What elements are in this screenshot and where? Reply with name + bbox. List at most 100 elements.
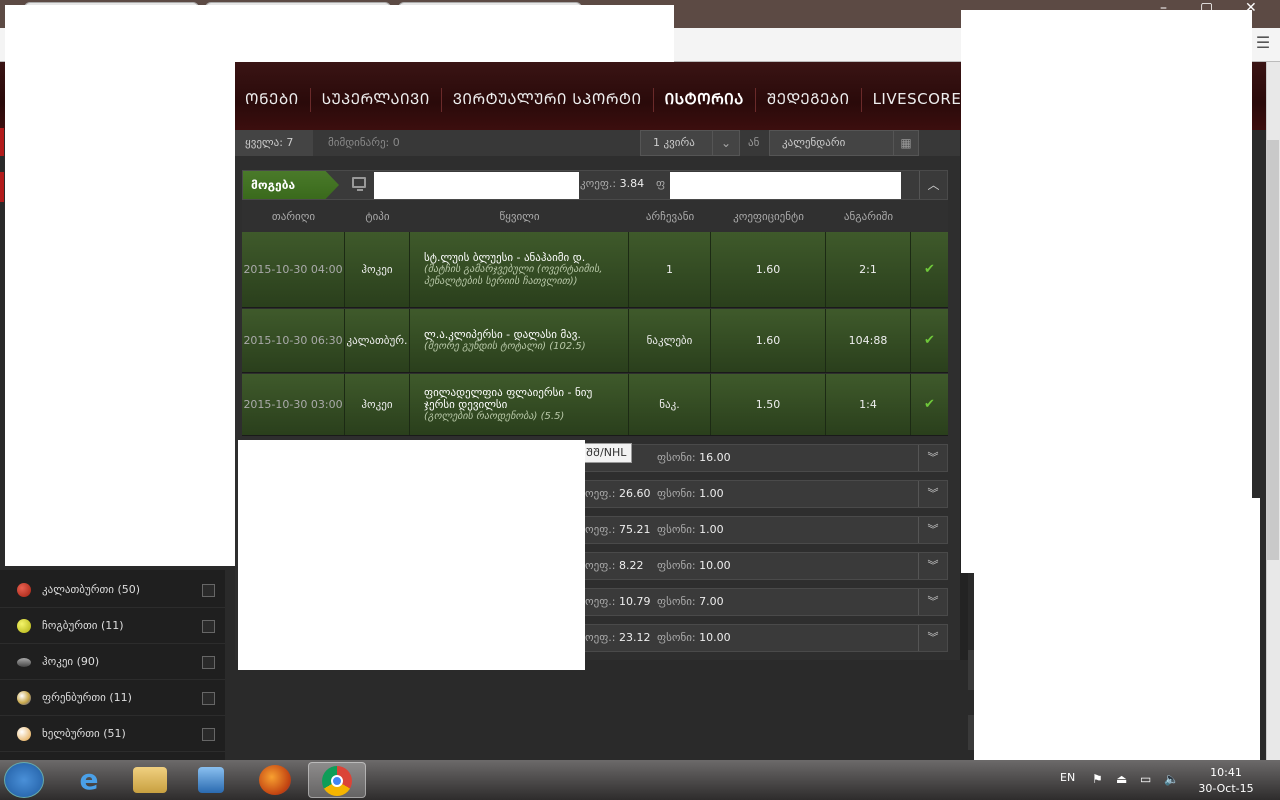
row-event: ლ.ა.კლიპერსი - დალასი მავ. (მეორე გუნდის… [410, 309, 629, 372]
stake-label: ფსონი: [657, 595, 696, 608]
stake-value: 10.00 [699, 559, 731, 572]
nav-list: ᲝᲜᲔᲑᲘ ᲡᲣᲞᲔᲠᲚᲐᲘᲕᲘ ᲕᲘᲠᲢᲣᲐᲚᲣᲠᲘ ᲡᲞᲝᲠᲢᲘ ᲘᲡᲢᲝᲠ… [234, 88, 1019, 112]
stake-value: 1.00 [699, 487, 724, 500]
coef-label: ოეფ.: [585, 631, 616, 644]
bet-coefficient: ოეფ.: 8.22 [585, 553, 644, 579]
event-market: (გოლების რაოდენობა) (5.5) [424, 410, 565, 422]
bet-coefficient: ოეფ.: 26.60 [585, 481, 651, 507]
windows-taskbar [0, 760, 1280, 800]
sport-checkbox[interactable] [202, 656, 215, 669]
clock-date[interactable]: 30-Oct-15 [1196, 782, 1256, 795]
chevron-down-icon[interactable]: ⌄ [712, 131, 739, 155]
redacted-area [374, 172, 579, 199]
bet-coefficient: კოეფ.: 3.84 [580, 177, 644, 190]
action-center-icon[interactable]: ⚑ [1092, 772, 1103, 786]
sport-checkbox[interactable] [202, 728, 215, 741]
chevron-down-icon[interactable]: ︾ [918, 589, 947, 615]
sport-label: ჩოგბურთი (11) [42, 619, 124, 632]
check-icon: ✔ [924, 397, 935, 412]
chevron-down-icon[interactable]: ︾ [918, 445, 947, 471]
sport-item-basketball[interactable]: კალათბურთი (50) [0, 572, 225, 608]
col-type: ტიპი [365, 209, 390, 223]
event-title: სტ.ლუის ბლუესი - ანაჰაიმი დ. [424, 250, 586, 264]
nav-item-virtual-sport[interactable]: ᲕᲘᲠᲢᲣᲐᲚᲣᲠᲘ ᲡᲞᲝᲠᲢᲘ [442, 88, 654, 112]
scrollbar-thumb[interactable] [1267, 140, 1279, 560]
row-result: 1:4 [826, 374, 911, 435]
internet-explorer-icon[interactable]: e [63, 762, 115, 798]
coef-label: კოეფ.: [580, 177, 617, 190]
coef-label: ოეფ.: [585, 595, 616, 608]
league-tooltip: ᲨᲨ/NHL [580, 443, 633, 463]
bet-stake-label: ფ [656, 177, 666, 190]
sport-checkbox[interactable] [202, 620, 215, 633]
collapsed-bet[interactable]: 34 ფსონი: 16.00 ︾ [580, 444, 948, 472]
filter-tab-all[interactable]: ყველა: 7 [235, 130, 313, 156]
chevron-down-icon[interactable]: ︾ [918, 553, 947, 579]
chevron-up-icon[interactable]: ︿ [919, 171, 947, 199]
table-row: 2015-10-30 04:00 ჰოკეი სტ.ლუის ბლუესი - … [242, 232, 948, 308]
collapsed-bet[interactable]: ოეფ.: 26.60 ფსონი: 1.00 ︾ [580, 480, 948, 508]
col-event: წყვილი [499, 209, 540, 223]
row-date: 2015-10-30 03:00 [242, 374, 345, 435]
chrome-icon-center [331, 775, 343, 787]
coef-value: 75.21 [619, 523, 651, 536]
chevron-down-icon[interactable]: ︾ [918, 481, 947, 507]
volume-icon[interactable]: 🔈 [1164, 772, 1179, 786]
nav-item-livescore[interactable]: LIVESCORE [862, 88, 974, 112]
chrome-taskbar-button[interactable] [308, 762, 366, 798]
collapsed-bet[interactable]: ოეფ.: 75.21 ფსონი: 1.00 ︾ [580, 516, 948, 544]
sport-checkbox[interactable] [202, 584, 215, 597]
sport-item-tennis[interactable]: ჩოგბურთი (11) [0, 608, 225, 644]
file-explorer-icon[interactable] [133, 767, 167, 793]
chevron-down-icon[interactable]: ︾ [918, 517, 947, 543]
language-indicator[interactable]: EN [1060, 771, 1075, 784]
coef-label: ოეფ.: [585, 487, 616, 500]
stake-value: 10.00 [699, 631, 731, 644]
sidebar-accent [0, 128, 4, 156]
nav-item[interactable]: ᲝᲜᲔᲑᲘ [234, 88, 311, 112]
row-type: კალათბურ. [345, 309, 410, 372]
sport-item-volleyball[interactable]: ფრენბურთი (11) [0, 680, 225, 716]
collapsed-bet[interactable]: ოეფ.: 8.22 ფსონი: 10.00 ︾ [580, 552, 948, 580]
stake-label: ფსონი: [657, 631, 696, 644]
sidebar-accent [0, 172, 4, 202]
redacted-area [238, 440, 585, 670]
firefox-icon[interactable] [259, 765, 291, 795]
clock-time[interactable]: 10:41 [1196, 766, 1256, 779]
event-title: ფილადელფია ფლაიერსი - ნიუ ჯერსი დევილსი [424, 385, 593, 411]
redacted-area [5, 5, 674, 62]
bet-stake: ფსონი: 16.00 [657, 445, 731, 471]
collapsed-bet[interactable]: ოეფ.: 23.12 ფსონი: 10.00 ︾ [580, 624, 948, 652]
nav-item-superlive[interactable]: ᲡᲣᲞᲔᲠᲚᲐᲘᲕᲘ [311, 88, 442, 112]
filter-tab-current[interactable]: მიმდინარე: 0 [318, 130, 420, 156]
collapsed-bet[interactable]: ოეფ.: 10.79 ფსონი: 7.00 ︾ [580, 588, 948, 616]
sport-item-handball[interactable]: ხელბურთი (51) [0, 716, 225, 752]
bet-coefficient: ოეფ.: 23.12 [585, 625, 651, 651]
row-result: 2:1 [826, 232, 911, 307]
basketball-icon [17, 583, 31, 597]
row-type: ჰოკეი [345, 374, 410, 435]
nav-item-history[interactable]: ᲘᲡᲢᲝᲠᲘᲐ [654, 88, 756, 112]
sport-checkbox[interactable] [202, 692, 215, 705]
event-market: (მატჩის გამარჯვებული (ოვერტაიმის, პენალტ… [424, 263, 603, 287]
media-player-icon[interactable] [198, 767, 224, 793]
calendar-icon[interactable]: ▦ [893, 131, 918, 155]
row-outcome: ნაკ. [629, 374, 711, 435]
handball-icon [17, 727, 31, 741]
bet-coefficient: ოეფ.: 75.21 [585, 517, 651, 543]
volleyball-icon [17, 691, 31, 705]
network-icon[interactable]: ▭ [1140, 772, 1151, 786]
browser-menu-icon[interactable]: ☰ [1254, 34, 1272, 52]
usb-icon[interactable]: ⏏ [1116, 772, 1127, 786]
table-row: 2015-10-30 06:30 კალათბურ. ლ.ა.კლიპერსი … [242, 309, 948, 373]
sport-item-hockey[interactable]: ჰოკეი (90) [0, 644, 225, 680]
or-label: ან [748, 136, 760, 149]
event-market: (მეორე გუნდის ტოტალი) (102.5) [424, 340, 586, 352]
chevron-down-icon[interactable]: ︾ [918, 625, 947, 651]
nav-item-results[interactable]: ᲨᲔᲓᲔᲒᲔᲑᲘ [756, 88, 862, 112]
col-result: ანგარიში [843, 209, 894, 223]
stake-label: ფსონი: [657, 559, 696, 572]
redacted-area [974, 498, 1260, 762]
row-event: ფილადელფია ფლაიერსი - ნიუ ჯერსი დევილსი … [410, 374, 629, 435]
start-button-icon[interactable] [4, 762, 44, 798]
